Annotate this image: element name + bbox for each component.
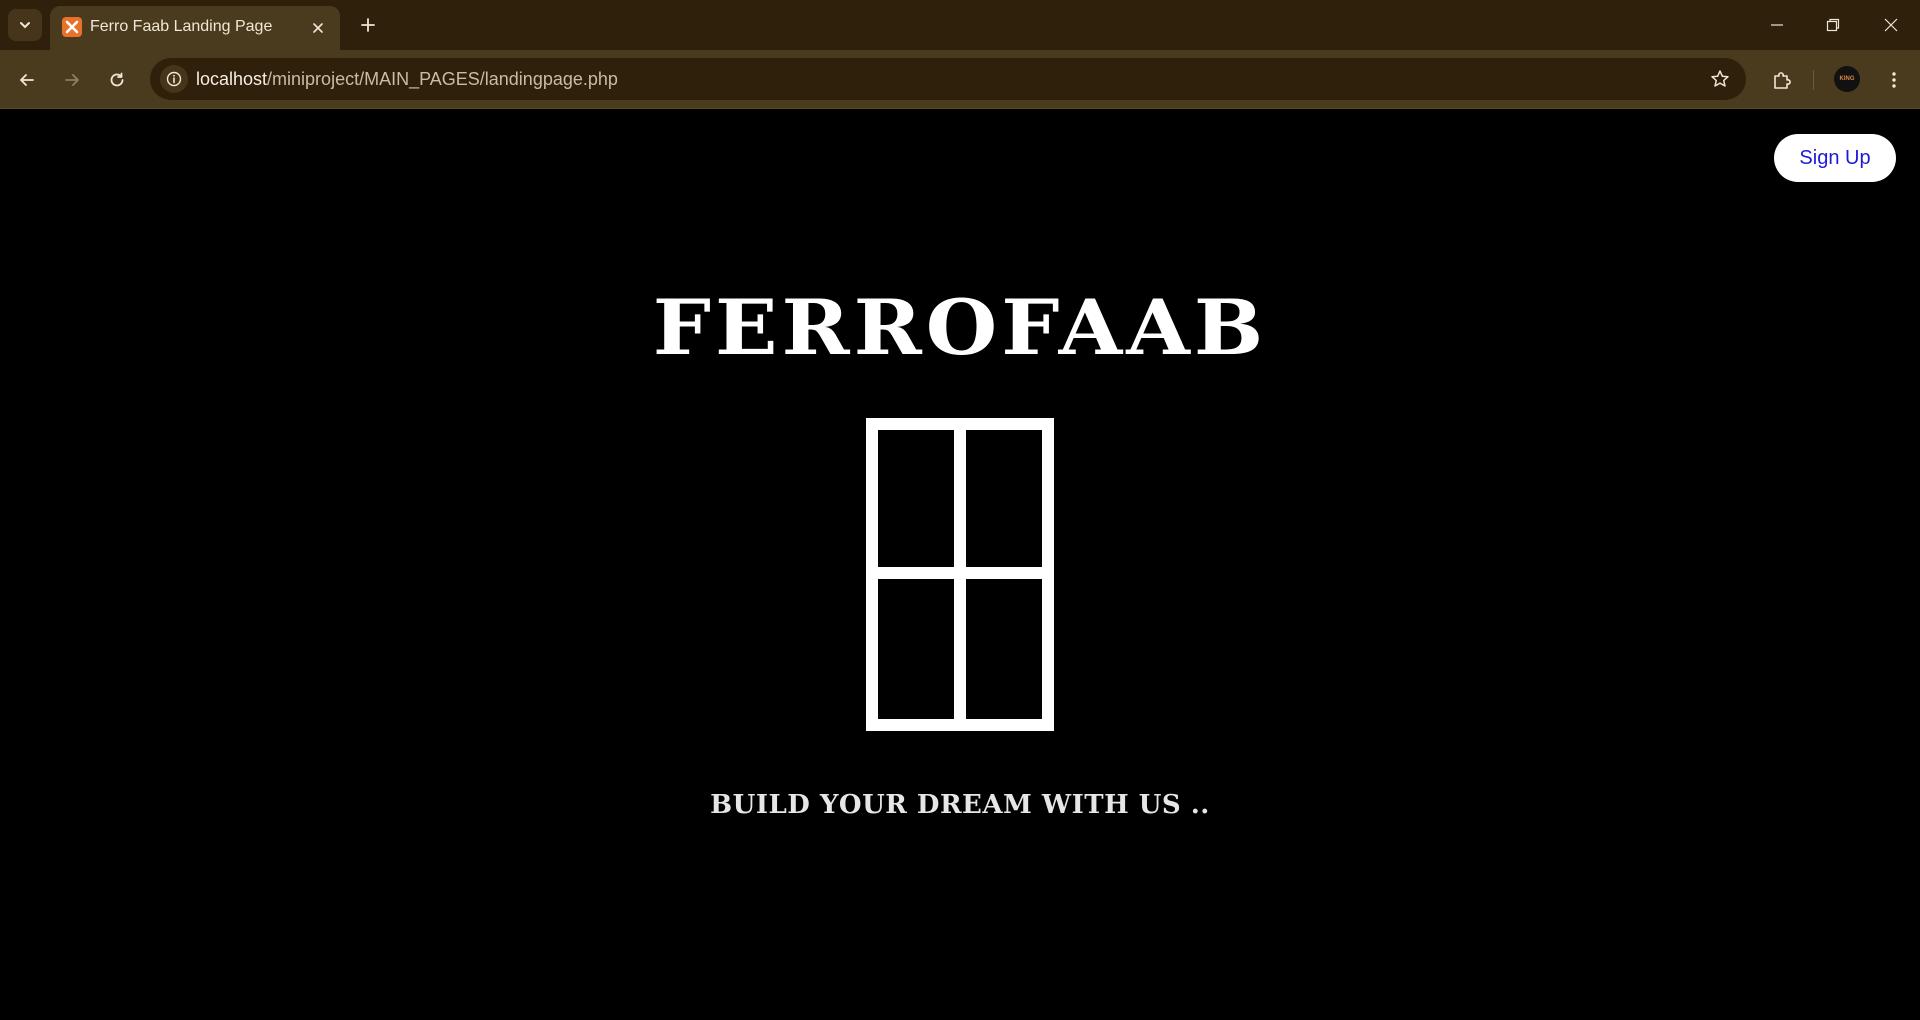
restore-window-button[interactable] (1804, 0, 1862, 50)
browser-toolbar: localhost/miniproject/MAIN_PAGES/landing… (0, 50, 1920, 109)
url-text[interactable]: localhost/miniproject/MAIN_PAGES/landing… (196, 69, 618, 90)
kebab-menu-icon (1892, 72, 1896, 88)
plus-icon (361, 18, 375, 32)
extensions-button[interactable] (1764, 62, 1800, 98)
tab-search-button[interactable] (8, 9, 42, 41)
xampp-favicon-icon (62, 17, 82, 37)
reload-icon (110, 72, 124, 87)
landing-page: Sign Up FERROFAAB BUILD YOUR DREAM WITH … (0, 110, 1920, 1020)
close-icon (1884, 18, 1898, 32)
arrow-right-icon (65, 74, 79, 86)
window-icon (866, 418, 1054, 731)
bookmark-star-icon[interactable] (1708, 67, 1732, 91)
url-host: localhost (196, 69, 268, 89)
chevron-down-icon (20, 22, 30, 29)
profile-label: KING (1839, 76, 1855, 82)
browser-tab-strip: Ferro Faab Landing Page (0, 0, 1920, 50)
back-button[interactable] (9, 62, 45, 98)
toolbar-divider (1813, 70, 1814, 90)
url-path: /miniproject/MAIN_PAGES/landingpage.php (267, 69, 618, 89)
forward-button[interactable] (54, 62, 90, 98)
puzzle-icon (1774, 72, 1791, 89)
profile-avatar[interactable]: KING (1834, 66, 1860, 92)
browser-menu-button[interactable] (1876, 62, 1912, 98)
minimize-icon (1771, 24, 1783, 26)
arrow-left-icon (20, 74, 34, 86)
reload-button[interactable] (99, 62, 135, 98)
close-window-button[interactable] (1862, 0, 1920, 50)
site-info-icon[interactable] (160, 65, 188, 93)
tagline: BUILD YOUR DREAM WITH US .. (710, 790, 1210, 820)
tab-close-icon[interactable] (306, 16, 330, 40)
browser-tab-active[interactable]: Ferro Faab Landing Page (50, 6, 340, 50)
tab-title: Ferro Faab Landing Page (90, 18, 273, 35)
restore-icon (1826, 18, 1840, 32)
brand-title: FERROFAAB (652, 283, 1268, 373)
sign-up-button[interactable]: Sign Up (1774, 134, 1896, 182)
new-tab-button[interactable] (352, 9, 384, 41)
address-bar[interactable]: localhost/miniproject/MAIN_PAGES/landing… (150, 58, 1746, 100)
minimize-window-button[interactable] (1748, 0, 1806, 50)
